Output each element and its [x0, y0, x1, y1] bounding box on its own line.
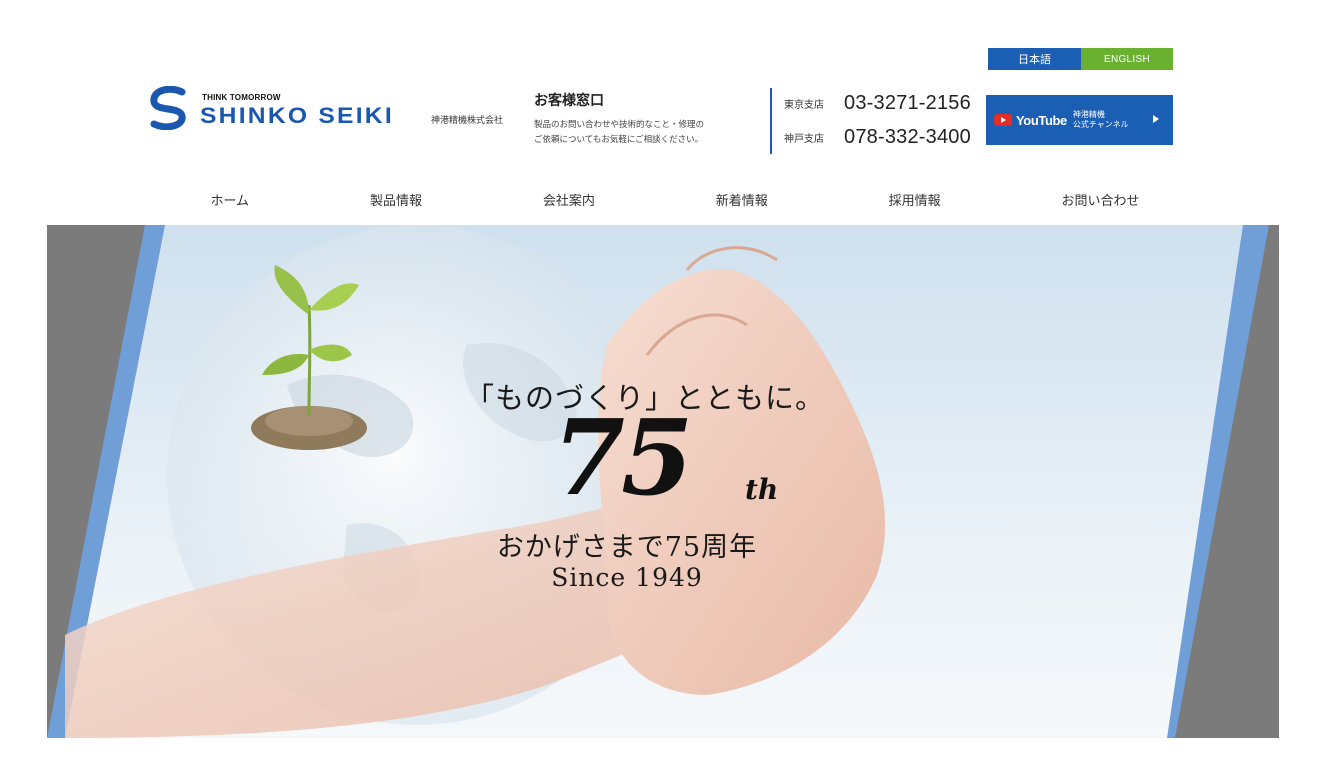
- nav-item-news[interactable]: 新着情報: [706, 186, 778, 213]
- nav-item-products[interactable]: 製品情報: [360, 186, 432, 213]
- shinko-s-logo-icon: [150, 86, 186, 130]
- youtube-channel-button[interactable]: YouTube 神港精機 公式チャンネル: [986, 95, 1173, 145]
- phone-number-kobe[interactable]: 078-332-3400: [844, 126, 971, 149]
- japanese-lang-button[interactable]: 日本語: [988, 48, 1081, 70]
- hero-banner: 「ものづくり」とともに。 75 th おかげさまで75周年 Since 1949: [47, 225, 1279, 738]
- youtube-channel-text: 神港精機 公式チャンネル: [1073, 110, 1129, 130]
- phone-numbers: 東京支店 03-3271-2156 神戸支店 078-332-3400: [784, 92, 971, 161]
- logo-company-jp: 神港精機株式会社: [431, 116, 504, 126]
- youtube-line1: 神港精機: [1072, 110, 1105, 119]
- nav-item-contact[interactable]: お問い合わせ: [1052, 186, 1150, 213]
- language-switch: 日本語 ENGLISH: [988, 48, 1173, 70]
- nav-item-home[interactable]: ホーム: [200, 186, 259, 213]
- nav-item-company[interactable]: 会社案内: [533, 186, 605, 213]
- hero-anniversary-suffix: th: [745, 473, 779, 506]
- customer-desc-line1: 製品のお問い合わせや技術的なこと・修理の: [534, 120, 705, 130]
- phone-number-tokyo[interactable]: 03-3271-2156: [844, 92, 971, 115]
- phone-row-tokyo: 東京支店 03-3271-2156: [784, 92, 971, 115]
- phone-label-kobe: 神戸支店: [784, 133, 824, 145]
- arrow-right-icon: [1153, 115, 1159, 123]
- header-divider: [770, 88, 772, 154]
- phone-label-tokyo: 東京支店: [784, 99, 824, 111]
- customer-desc-line2: ご依頼についてもお気軽にご相談ください。: [534, 134, 704, 145]
- hero-anniversary-number: 75: [552, 396, 694, 519]
- youtube-play-icon: [994, 114, 1012, 126]
- nav-item-recruit[interactable]: 採用情報: [879, 186, 951, 213]
- customer-window-title: お客様窓口: [534, 93, 604, 109]
- youtube-line2: 公式チャンネル: [1072, 120, 1129, 129]
- youtube-wordmark: YouTube: [1016, 112, 1067, 128]
- site-logo[interactable]: THINK TOMORROW SHINKO SEIKI 神港精機株式会社: [148, 86, 538, 136]
- phone-row-kobe: 神戸支店 078-332-3400: [784, 126, 971, 149]
- customer-window: お客様窓口 製品のお問い合わせや技術的なこと・修理の ご依頼についてもお気軽にご…: [534, 90, 764, 148]
- logo-wordmark: SHINKO SEIKI: [200, 103, 394, 128]
- english-lang-button[interactable]: ENGLISH: [1081, 48, 1173, 70]
- global-nav: ホーム 製品情報 会社案内 新着情報 採用情報 お問い合わせ: [150, 186, 1200, 213]
- hero-anniversary-text: おかげさまで75周年: [496, 532, 758, 563]
- hero-since: Since 1949: [551, 563, 703, 592]
- customer-window-desc: 製品のお問い合わせや技術的なこと・修理の ご依頼についてもお気軽にご相談ください…: [534, 118, 760, 148]
- logo-tagline: THINK TOMORROW: [202, 93, 281, 102]
